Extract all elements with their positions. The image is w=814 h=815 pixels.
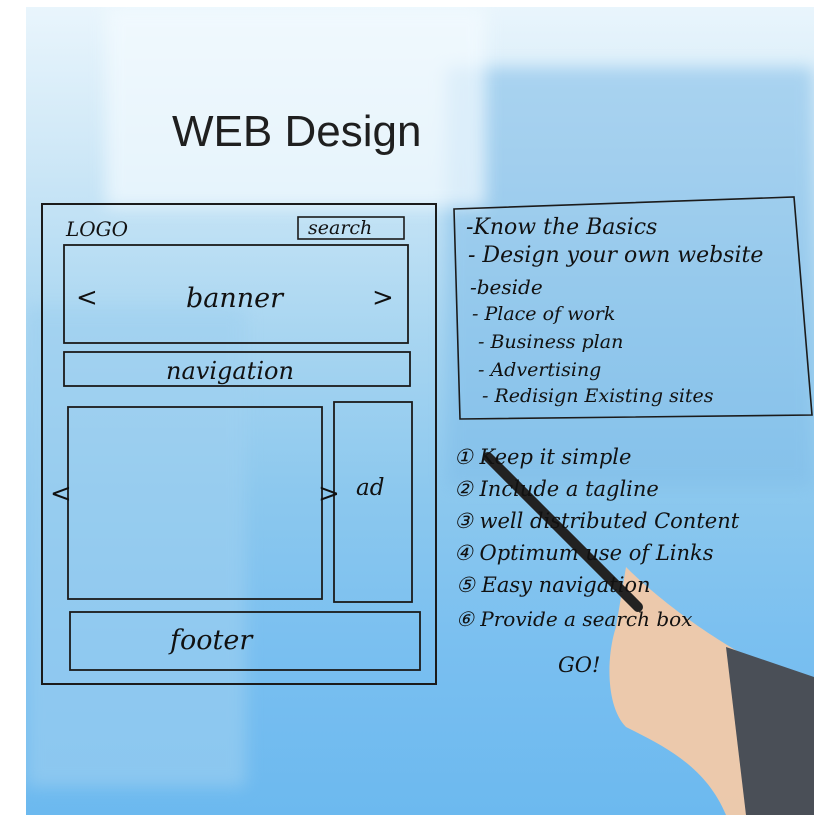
ad-outline <box>333 401 413 603</box>
ad-label: ad <box>356 475 385 501</box>
content-outline <box>67 406 323 600</box>
navigation-label: navigation <box>166 357 294 385</box>
basics-item: - Place of work <box>472 303 616 325</box>
logo-label: LOGO <box>66 217 129 241</box>
basics-item: - Business plan <box>478 331 624 353</box>
basics-item: - Design your own website <box>468 243 764 268</box>
whiteboard-photo: WEB Design LOGO search < banner > naviga… <box>26 7 814 815</box>
tip-item: ② Include a tagline <box>454 477 659 501</box>
tip-item: ③ well distributed Content <box>454 509 740 533</box>
banner-prev-arrow: < <box>76 283 98 313</box>
basics-item: - Advertising <box>478 359 602 381</box>
page-title: WEB Design <box>172 107 422 156</box>
tip-item: ① Keep it simple <box>454 445 632 469</box>
basics-item: - Redisign Existing sites <box>482 385 714 407</box>
go-label: GO! <box>558 653 601 677</box>
tip-item: ⑥ Provide a search box <box>456 607 693 631</box>
content-prev-arrow: < <box>50 479 72 509</box>
search-label: search <box>308 217 373 239</box>
basics-item: -beside <box>470 275 543 299</box>
tip-item: ⑤ Easy navigation <box>456 573 651 597</box>
banner-label: banner <box>186 283 284 314</box>
banner-next-arrow: > <box>372 283 394 313</box>
content-next-arrow: > <box>318 479 340 509</box>
basics-item: -Know the Basics <box>466 215 658 240</box>
footer-label: footer <box>170 625 253 656</box>
tip-item: ④ Optimum use of Links <box>454 541 714 565</box>
